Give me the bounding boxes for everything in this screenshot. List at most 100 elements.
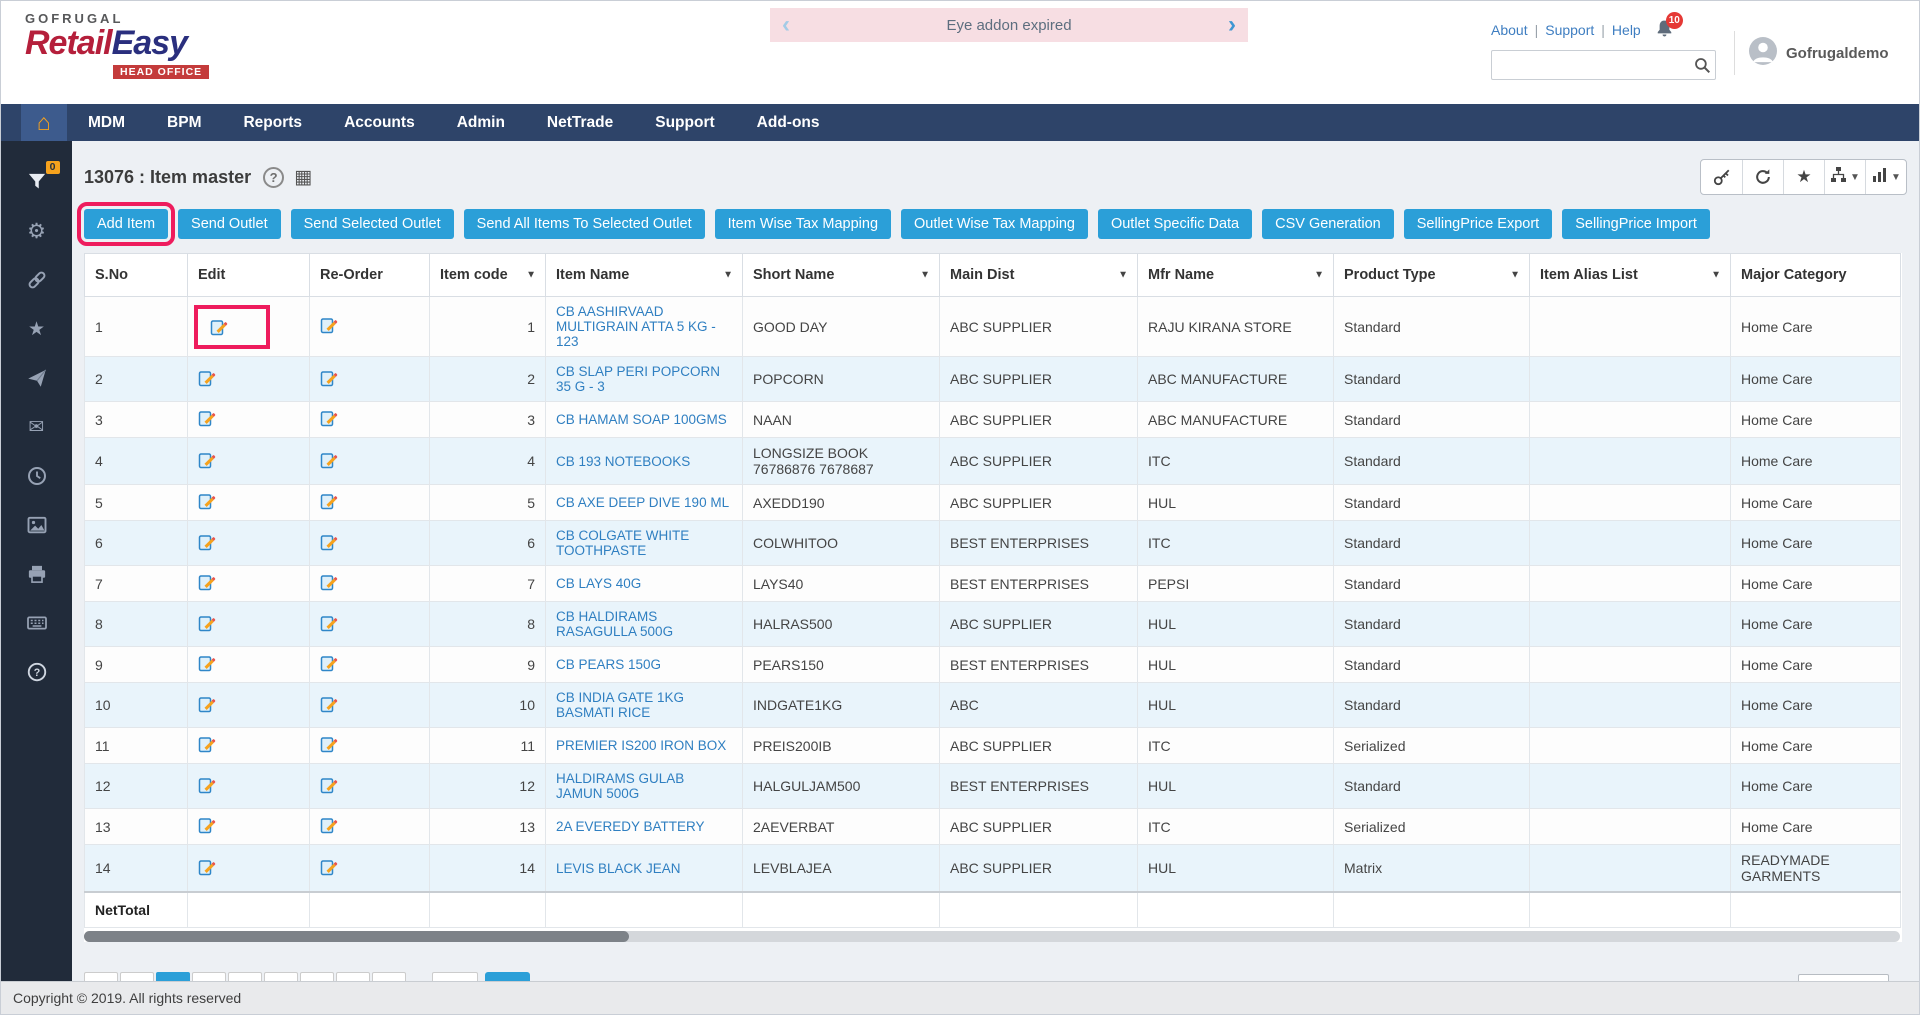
sort-icon[interactable]: ▼ xyxy=(920,270,930,281)
settings-icon[interactable]: ⚙ xyxy=(24,218,50,244)
reorder-icon[interactable] xyxy=(320,573,338,591)
media-icon[interactable] xyxy=(24,512,50,538)
help-icon[interactable]: ? xyxy=(24,659,50,685)
nav-item-accounts[interactable]: Accounts xyxy=(323,104,436,141)
edit-icon[interactable] xyxy=(198,816,216,834)
nav-item-reports[interactable]: Reports xyxy=(222,104,323,141)
help-icon[interactable]: ? xyxy=(263,166,285,188)
reorder-icon[interactable] xyxy=(320,776,338,794)
reorder-icon[interactable] xyxy=(320,654,338,672)
grid-view-icon[interactable]: ▦ xyxy=(294,166,312,189)
filter-icon[interactable]: 0 xyxy=(24,161,60,195)
edit-icon[interactable] xyxy=(198,573,216,591)
reorder-icon[interactable] xyxy=(320,533,338,551)
column-header-mfr-name[interactable]: Mfr Name ▼ xyxy=(1137,253,1334,297)
edit-icon[interactable] xyxy=(198,776,216,794)
sort-icon[interactable]: ▼ xyxy=(526,270,536,281)
item-name-link[interactable]: CB LAYS 40G xyxy=(556,576,641,591)
chart-view-button[interactable]: ▼ xyxy=(1865,160,1906,194)
sort-icon[interactable]: ▼ xyxy=(1711,270,1721,281)
favorites-icon[interactable]: ★ xyxy=(24,316,50,342)
reorder-icon[interactable] xyxy=(320,735,338,753)
send-outlet-button[interactable]: Send Outlet xyxy=(178,209,281,239)
column-header-item-alias-list[interactable]: Item Alias List ▼ xyxy=(1529,253,1731,297)
reorder-icon[interactable] xyxy=(320,409,338,427)
item-name-link[interactable]: CB AXE DEEP DIVE 190 ML xyxy=(556,495,729,510)
home-button[interactable]: ⌂ xyxy=(21,104,67,141)
item-name-link[interactable]: CB SLAP PERI POPCORN 35 G - 3 xyxy=(556,364,720,394)
header-link-support[interactable]: Support xyxy=(1545,22,1594,38)
nav-item-bpm[interactable]: BPM xyxy=(146,104,222,141)
item-name-link[interactable]: CB 193 NOTEBOOKS xyxy=(556,454,690,469)
edit-icon[interactable] xyxy=(198,695,216,713)
send-outlet-icon[interactable] xyxy=(24,365,50,391)
reorder-icon[interactable] xyxy=(320,492,338,510)
item-name-link[interactable]: CB PEARS 150G xyxy=(556,657,661,672)
chevron-right-icon[interactable]: › xyxy=(1228,13,1236,37)
header-link-about[interactable]: About xyxy=(1491,22,1528,38)
edit-icon[interactable] xyxy=(198,451,216,469)
search-icon[interactable] xyxy=(1689,57,1715,74)
print-icon[interactable] xyxy=(24,561,50,587)
reorder-icon[interactable] xyxy=(320,695,338,713)
column-header-product-type[interactable]: Product Type ▼ xyxy=(1333,253,1530,297)
header-link-help[interactable]: Help xyxy=(1612,22,1641,38)
sellingprice-export-button[interactable]: SellingPrice Export xyxy=(1403,209,1553,239)
column-header-item-name[interactable]: Item Name ▼ xyxy=(545,253,743,297)
edit-icon[interactable] xyxy=(210,318,228,336)
add-item-button[interactable]: Add Item xyxy=(76,202,176,246)
nav-item-nettrade[interactable]: NetTrade xyxy=(526,104,634,141)
horizontal-scrollbar[interactable] xyxy=(84,931,1900,942)
global-search-input[interactable] xyxy=(1492,51,1689,79)
sort-icon[interactable]: ▼ xyxy=(1510,270,1520,281)
reorder-icon[interactable] xyxy=(320,614,338,632)
column-header-main-dist[interactable]: Main Dist ▼ xyxy=(939,253,1138,297)
item-name-link[interactable]: CB HAMAM SOAP 100GMS xyxy=(556,412,727,427)
mail-icon[interactable]: ✉ xyxy=(24,414,50,440)
item-name-link[interactable]: CB COLGATE WHITE TOOTHPASTE xyxy=(556,528,689,558)
send-all-items-to-selected-outlet-button[interactable]: Send All Items To Selected Outlet xyxy=(463,209,705,239)
nav-item-add-ons[interactable]: Add-ons xyxy=(736,104,841,141)
refresh-button[interactable] xyxy=(1742,160,1783,194)
reorder-icon[interactable] xyxy=(320,816,338,834)
outlet-specific-data-button[interactable]: Outlet Specific Data xyxy=(1097,209,1253,239)
sort-icon[interactable]: ▼ xyxy=(723,270,733,281)
chevron-left-icon[interactable]: ‹ xyxy=(782,13,790,37)
reorder-icon[interactable] xyxy=(320,369,338,387)
item-name-link[interactable]: HALDIRAMS GULAB JAMUN 500G xyxy=(556,771,684,801)
item-name-link[interactable]: CB HALDIRAMS RASAGULLA 500G xyxy=(556,609,673,639)
sellingprice-import-button[interactable]: SellingPrice Import xyxy=(1562,209,1710,239)
keyboard-icon[interactable] xyxy=(24,610,50,636)
edit-icon[interactable] xyxy=(198,614,216,632)
edit-icon[interactable] xyxy=(198,409,216,427)
edit-icon[interactable] xyxy=(198,858,216,876)
scrollbar-thumb[interactable] xyxy=(84,931,629,942)
favorite-button[interactable]: ★ xyxy=(1783,160,1824,194)
outlet-wise-tax-mapping-button[interactable]: Outlet Wise Tax Mapping xyxy=(901,209,1088,239)
nav-item-admin[interactable]: Admin xyxy=(436,104,526,141)
sort-icon[interactable]: ▼ xyxy=(1314,270,1324,281)
item-name-link[interactable]: CB INDIA GATE 1KG BASMATI RICE xyxy=(556,690,684,720)
reorder-icon[interactable] xyxy=(320,316,338,334)
edit-icon[interactable] xyxy=(198,369,216,387)
edit-icon[interactable] xyxy=(198,654,216,672)
item-name-link[interactable]: 2A EVEREDY BATTERY xyxy=(556,819,705,834)
edit-icon[interactable] xyxy=(198,735,216,753)
reorder-icon[interactable] xyxy=(320,451,338,469)
item-name-link[interactable]: PREMIER IS200 IRON BOX xyxy=(556,738,726,753)
notifications-button[interactable]: 10 xyxy=(1655,12,1683,41)
nav-item-support[interactable]: Support xyxy=(634,104,735,141)
sort-icon[interactable]: ▼ xyxy=(1118,270,1128,281)
hierarchy-view-button[interactable]: ▼ xyxy=(1824,160,1865,194)
reorder-icon[interactable] xyxy=(320,858,338,876)
edit-icon[interactable] xyxy=(198,492,216,510)
send-selected-outlet-button[interactable]: Send Selected Outlet xyxy=(290,209,454,239)
nav-item-mdm[interactable]: MDM xyxy=(67,104,146,141)
csv-generation-button[interactable]: CSV Generation xyxy=(1262,209,1394,239)
column-header-item-code[interactable]: Item code ▼ xyxy=(429,253,546,297)
item-name-link[interactable]: LEVIS BLACK JEAN xyxy=(556,861,681,876)
history-icon[interactable] xyxy=(24,463,50,489)
item-name-link[interactable]: CB AASHIRVAAD MULTIGRAIN ATTA 5 KG - 123 xyxy=(556,304,716,349)
edit-icon[interactable] xyxy=(198,533,216,551)
item-wise-tax-mapping-button[interactable]: Item Wise Tax Mapping xyxy=(714,209,892,239)
